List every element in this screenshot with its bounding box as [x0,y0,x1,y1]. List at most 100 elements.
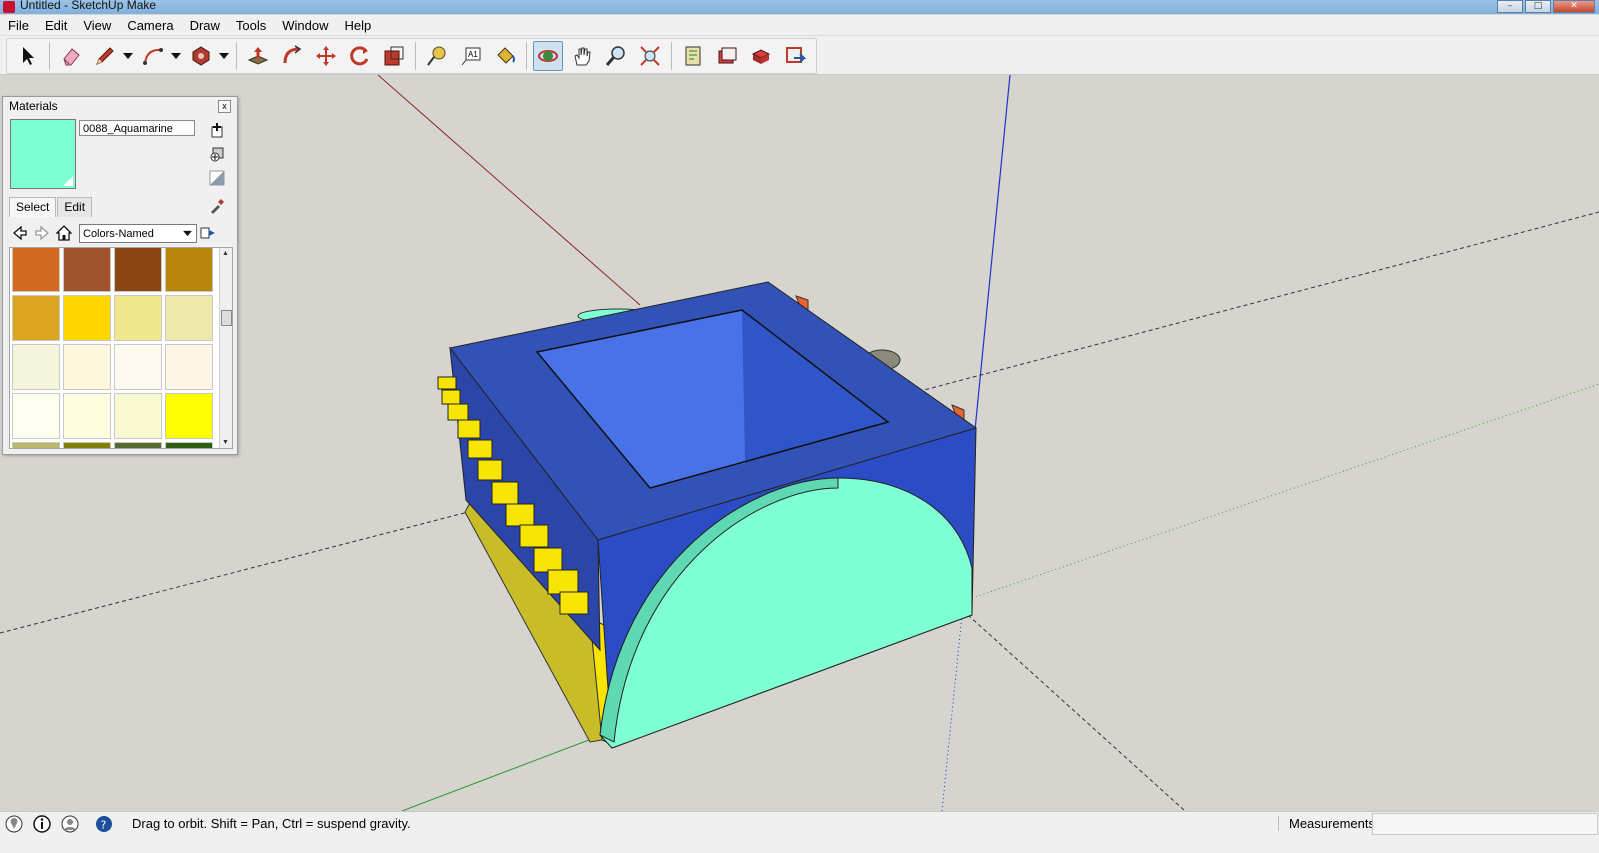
create-material-button[interactable] [208,121,226,139]
tab-select[interactable]: Select [9,197,57,217]
material-swatch[interactable] [165,393,213,439]
shapes-tool-button[interactable] [186,41,216,71]
back-button[interactable] [9,223,31,243]
paint-bucket-tool-button[interactable] [490,41,520,71]
red-axis [377,75,641,306]
menu-view[interactable]: View [75,18,119,33]
toolbar-separator [49,42,50,70]
sketchup-logo-icon [3,1,15,13]
material-swatch[interactable] [63,295,111,341]
follow-me-tool-button[interactable] [277,41,307,71]
help-icon: ? [96,816,112,832]
scale-tool-button[interactable] [379,41,409,71]
menu-edit[interactable]: Edit [37,18,75,33]
menu-help[interactable]: Help [337,18,380,33]
material-swatch[interactable] [12,248,60,292]
select-tool-button[interactable] [13,41,43,71]
material-swatch[interactable] [165,295,213,341]
material-swatch[interactable] [114,393,162,439]
model-viewport[interactable] [0,75,1599,811]
menu-camera[interactable]: Camera [119,18,181,33]
measurements-label: Measurements [1278,816,1375,831]
instructor-button[interactable]: ? [94,814,114,834]
components-button[interactable] [746,41,776,71]
menu-draw[interactable]: Draw [182,18,228,33]
arc-icon [143,48,163,65]
close-window-button[interactable]: ✕ [1553,0,1595,13]
status-message: Drag to orbit. Shift = Pan, Ctrl = suspe… [132,816,411,831]
material-swatch[interactable] [63,344,111,390]
material-swatch[interactable] [12,442,60,448]
move-tool-button[interactable] [311,41,341,71]
swatch-scrollbar[interactable]: ▲ ▼ [219,248,232,448]
close-panel-button[interactable]: x [218,100,231,113]
toolbar-separator [236,42,237,70]
home-button[interactable] [53,223,75,243]
svg-text:A1: A1 [468,50,478,59]
tab-edit[interactable]: Edit [57,197,93,217]
maximize-button[interactable]: □ [1525,0,1551,13]
material-swatch[interactable] [114,295,162,341]
line-tool-button[interactable] [90,41,120,71]
material-swatch[interactable] [12,295,60,341]
info-icon [33,815,51,833]
window-controls: – □ ✕ [1497,0,1595,13]
extension-button[interactable] [780,41,810,71]
material-swatch[interactable] [165,344,213,390]
measurements-input[interactable] [1372,813,1598,835]
minimize-button[interactable]: – [1497,0,1523,13]
menu-tools[interactable]: Tools [228,18,274,33]
share-model-icon [718,47,737,64]
credits-button[interactable] [32,814,52,834]
text-tool-button[interactable]: A1 [456,41,486,71]
material-swatch[interactable] [114,442,162,448]
scrollbar-thumb[interactable] [221,310,232,326]
rotate-tool-button[interactable] [345,41,375,71]
text-icon: A1 [461,47,481,66]
collection-dropdown[interactable]: Colors-Named [79,223,197,243]
geo-location-button[interactable] [4,814,24,834]
material-swatch[interactable] [63,442,111,448]
material-swatch[interactable] [12,344,60,390]
orbit-tool-button[interactable] [533,41,563,71]
material-swatch[interactable] [165,248,213,292]
material-swatch[interactable] [165,442,213,448]
material-swatch[interactable] [63,248,111,292]
home-icon [56,225,72,241]
sample-paint-button[interactable] [208,197,226,215]
zoom-tool-button[interactable] [601,41,631,71]
forward-button[interactable] [31,223,53,243]
materials-panel: Materials x 0088_Aquamarine Select Edit … [2,96,238,455]
warehouse-button[interactable] [678,41,708,71]
status-bar: ? Drag to orbit. Shift = Pan, Ctrl = sus… [0,811,1599,836]
material-swatch[interactable] [63,393,111,439]
swatch-grid [12,248,216,448]
material-swatch[interactable] [114,344,162,390]
push-pull-icon [247,47,269,65]
user-icon [61,815,79,833]
tape-measure-tool-button[interactable] [422,41,452,71]
arc-dropdown[interactable] [170,42,182,70]
details-button[interactable] [197,223,219,243]
default-material-button[interactable] [208,169,226,187]
arc-tool-button[interactable] [138,41,168,71]
extension-icon [786,47,806,63]
pan-tool-button[interactable] [567,41,597,71]
shapes-dropdown[interactable] [218,42,230,70]
menu-file[interactable]: File [0,18,37,33]
line-dropdown[interactable] [122,42,134,70]
add-to-model-button[interactable] [208,145,226,163]
menu-window[interactable]: Window [274,18,336,33]
add-material-icon [210,147,224,162]
model-scene [0,75,1599,811]
material-name-field[interactable]: 0088_Aquamarine [79,120,195,136]
sign-in-button[interactable] [60,814,80,834]
eraser-tool-button[interactable] [56,41,86,71]
current-material-swatch[interactable] [10,119,76,189]
push-pull-tool-button[interactable] [243,41,273,71]
zoom-extents-tool-button[interactable] [635,41,665,71]
material-swatch[interactable] [114,248,162,292]
material-swatch[interactable] [12,393,60,439]
share-model-button[interactable] [712,41,742,71]
green-axis-negative-far [904,211,1599,396]
